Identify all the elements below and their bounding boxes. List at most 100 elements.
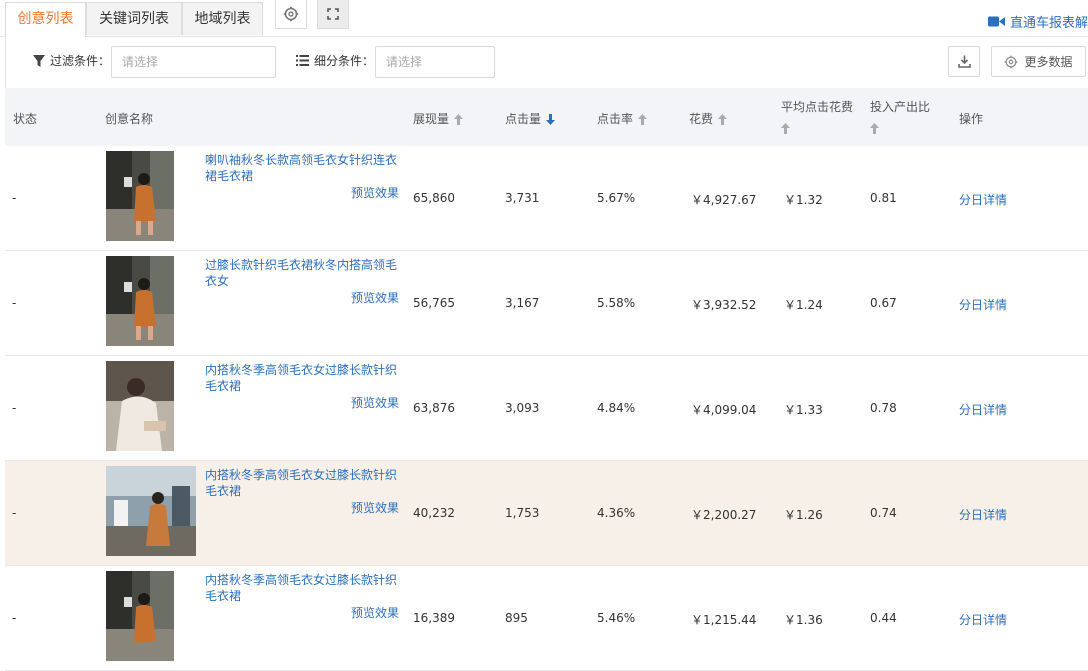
sort-up-icon	[870, 123, 879, 134]
header-roi[interactable]: 投入产出比	[870, 98, 930, 137]
filter-icon	[33, 54, 45, 67]
header-creative-name: 创意名称	[105, 112, 154, 126]
clicks-cell: 1,753	[505, 506, 540, 520]
roi-cell: 0.44	[870, 611, 897, 625]
filter-select[interactable]: 请选择	[111, 46, 276, 78]
clicks-cell: 3,731	[505, 191, 540, 205]
status-cell: -	[12, 611, 17, 625]
product-thumbnail[interactable]	[106, 466, 196, 556]
clicks-cell: 3,093	[505, 401, 540, 415]
preview-link[interactable]: 预览效果	[351, 184, 399, 201]
daily-detail-link[interactable]: 分日详情	[959, 191, 1007, 208]
gear-icon	[283, 6, 299, 22]
product-thumbnail[interactable]	[106, 256, 174, 346]
settings-button[interactable]	[275, 0, 307, 29]
header-impressions[interactable]: 展现量	[413, 110, 464, 127]
cpc-cell: ￥1.32	[784, 193, 823, 207]
filter-label-text: 过滤条件：	[50, 54, 111, 68]
impressions-cell: 16,389	[413, 611, 455, 625]
impressions-cell: 40,232	[413, 506, 455, 520]
roi-cell: 0.67	[870, 296, 897, 310]
tab-keyword-list[interactable]: 关键词列表	[86, 2, 182, 35]
header-cpc-label: 平均点击花费	[781, 100, 854, 114]
cpc-cell: ￥1.36	[784, 613, 823, 627]
filter-bar: 过滤条件： 请选择 细分条件： 请选择 更多数据	[5, 36, 1088, 88]
tab-bar: 创意列表 关键词列表 地域列表 直通车报表解读	[0, 0, 1088, 37]
roi-cell: 0.74	[870, 506, 897, 520]
ctr-cell: 5.46%	[597, 611, 636, 625]
header-action: 操作	[959, 112, 984, 126]
table-row: - 内搭秋冬季高领毛衣女过膝长款针织毛衣裙 预览效果 40,232 1,753 …	[5, 461, 1088, 566]
clicks-cell: 3,167	[505, 296, 540, 310]
table-row: - 喇叭袖秋冬长款高领毛衣女针织连衣裙毛衣裙 预览效果 65,860 3,731…	[5, 146, 1088, 251]
gear-icon	[1005, 55, 1018, 68]
more-data-button[interactable]: 更多数据	[991, 46, 1086, 77]
preview-link[interactable]: 预览效果	[351, 289, 399, 306]
sort-up-icon	[638, 114, 648, 125]
creative-title-link[interactable]: 喇叭袖秋冬长款高领毛衣女针织连衣裙毛衣裙	[205, 152, 400, 184]
header-clicks[interactable]: 点击量	[505, 110, 556, 127]
fullscreen-button[interactable]	[317, 0, 349, 29]
header-ctr[interactable]: 点击率	[597, 110, 648, 127]
table-row: - 内搭秋冬季高领毛衣女过膝长款针织毛衣裙 预览效果 63,876 3,093 …	[5, 356, 1088, 461]
preview-link[interactable]: 预览效果	[351, 604, 399, 621]
roi-cell: 0.81	[870, 191, 897, 205]
product-thumbnail[interactable]	[106, 571, 174, 661]
tab-region-list[interactable]: 地域列表	[182, 2, 263, 35]
more-data-label: 更多数据	[1024, 55, 1073, 69]
sort-up-icon	[718, 114, 728, 125]
header-cpc[interactable]: 平均点击花费	[781, 98, 853, 137]
creative-title-link[interactable]: 过膝长款针织毛衣裙秋冬内搭高领毛衣女	[205, 257, 400, 289]
preview-link[interactable]: 预览效果	[351, 499, 399, 516]
status-cell: -	[12, 401, 17, 415]
table-header: 状态 创意名称 展现量 点击量 点击率 花费 平均点击花费 投入产出比 操作	[5, 88, 1088, 146]
table-row: - 内搭秋冬季高领毛衣女过膝长款针织毛衣裙 预览效果 16,389 895 5.…	[5, 566, 1088, 671]
preview-link[interactable]: 预览效果	[351, 394, 399, 411]
header-ctr-label: 点击率	[597, 112, 634, 126]
sort-up-icon	[454, 114, 464, 125]
sort-down-icon	[546, 114, 556, 125]
header-cost-label: 花费	[689, 112, 714, 126]
cpc-cell: ￥1.33	[784, 403, 823, 417]
header-status: 状态	[13, 112, 38, 126]
daily-detail-link[interactable]: 分日详情	[959, 401, 1007, 418]
product-thumbnail[interactable]	[106, 151, 174, 241]
header-roi-label: 投入产出比	[870, 100, 931, 114]
segment-label-text: 细分条件：	[314, 54, 375, 68]
report-guide-link[interactable]: 直通车报表解读	[988, 12, 1088, 31]
daily-detail-link[interactable]: 分日详情	[959, 611, 1007, 628]
creative-title-link[interactable]: 内搭秋冬季高领毛衣女过膝长款针织毛衣裙	[205, 467, 400, 499]
creative-title-link[interactable]: 内搭秋冬季高领毛衣女过膝长款针织毛衣裙	[205, 362, 400, 394]
status-cell: -	[12, 506, 17, 520]
daily-detail-link[interactable]: 分日详情	[959, 296, 1007, 313]
cost-cell: ￥4,927.67	[691, 193, 757, 207]
clicks-cell: 895	[505, 611, 528, 625]
download-icon	[957, 55, 971, 68]
sort-up-icon	[781, 123, 790, 134]
cost-cell: ￥1,215.44	[691, 613, 757, 627]
cost-cell: ￥3,932.52	[691, 298, 757, 312]
list-icon	[296, 55, 309, 66]
tab-creative-list[interactable]: 创意列表	[5, 2, 86, 37]
ctr-cell: 4.84%	[597, 401, 636, 415]
segment-select[interactable]: 请选择	[375, 46, 495, 78]
creative-title-link[interactable]: 内搭秋冬季高领毛衣女过膝长款针织毛衣裙	[205, 572, 400, 604]
ctr-cell: 5.58%	[597, 296, 636, 310]
cost-cell: ￥2,200.27	[691, 508, 757, 522]
header-clicks-label: 点击量	[505, 112, 542, 126]
impressions-cell: 63,876	[413, 401, 455, 415]
header-impressions-label: 展现量	[413, 112, 450, 126]
product-thumbnail[interactable]	[106, 361, 174, 451]
status-cell: -	[12, 296, 17, 310]
header-cost[interactable]: 花费	[689, 110, 728, 127]
cost-cell: ￥4,099.04	[691, 403, 757, 417]
status-cell: -	[12, 191, 17, 205]
roi-cell: 0.78	[870, 401, 897, 415]
expand-icon	[327, 8, 339, 20]
report-guide-label: 直通车报表解读	[1010, 16, 1088, 31]
download-button[interactable]	[948, 46, 980, 77]
filter-label: 过滤条件：	[33, 52, 110, 69]
daily-detail-link[interactable]: 分日详情	[959, 506, 1007, 523]
cpc-cell: ￥1.26	[784, 508, 823, 522]
video-icon	[988, 16, 1005, 27]
